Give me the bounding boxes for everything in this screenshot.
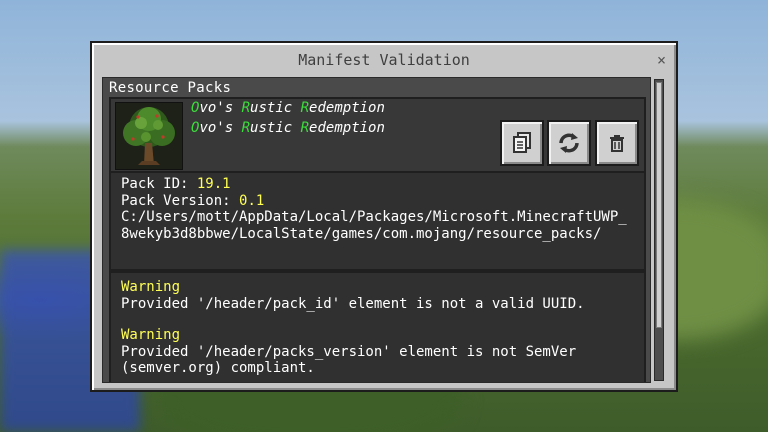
trash-icon bbox=[610, 135, 624, 152]
warnings-panel: Warning Provided '/header/pack_id' eleme… bbox=[109, 271, 646, 382]
pack-name-text: vo's bbox=[199, 100, 242, 116]
pack-id-value: 19.1 bbox=[196, 176, 231, 192]
copy-button[interactable] bbox=[500, 120, 544, 166]
pack-name-text: edemption bbox=[309, 100, 385, 116]
pack-name-colored-letter: R bbox=[241, 100, 251, 116]
dialog-content: Resource Packs Ovo's Rustic Redemption O… bbox=[102, 77, 651, 383]
pack-path: C:/Users/mott/AppData/Local/Packages/Mic… bbox=[121, 209, 627, 242]
pack-details: Pack ID: 19.1 Pack Version: 0.1 C:/Users… bbox=[109, 173, 646, 271]
manifest-validation-dialog: Manifest Validation × Resource Packs Ovo… bbox=[90, 41, 678, 392]
warning-title: Warning bbox=[121, 327, 181, 343]
dialog-title: Manifest Validation bbox=[298, 51, 470, 69]
reload-button[interactable] bbox=[547, 120, 591, 166]
pack-name-text: ustic bbox=[250, 120, 301, 136]
pack-id-label: Pack ID: bbox=[121, 176, 197, 192]
pack-version-row: Pack Version: 0.1 bbox=[121, 193, 634, 210]
pack-name-colored-letter: R bbox=[300, 100, 310, 116]
section-label-resource-packs: Resource Packs bbox=[109, 80, 232, 96]
warning-message: Provided '/header/packs_version' element… bbox=[121, 343, 577, 377]
delete-button[interactable] bbox=[595, 120, 639, 166]
pack-name-primary: Ovo's Rustic Redemption bbox=[191, 100, 385, 116]
pack-name-colored-letter: R bbox=[241, 120, 251, 136]
pack-version-label: Pack Version: bbox=[121, 192, 240, 209]
warning-title: Warning bbox=[121, 279, 181, 295]
pack-name-text: edemption bbox=[309, 120, 385, 136]
oak-tree-pack-icon bbox=[115, 102, 183, 170]
pack-name-text: ustic bbox=[250, 100, 301, 116]
pack-name-colored-letter: R bbox=[300, 120, 310, 136]
pack-id-row: Pack ID: 19.1 bbox=[121, 176, 634, 193]
warning-item: Warning Provided '/header/packs_version'… bbox=[121, 327, 634, 377]
scrollbar-thumb[interactable] bbox=[656, 82, 662, 328]
pack-name-text: vo's bbox=[199, 120, 242, 136]
scrollbar[interactable] bbox=[654, 79, 664, 381]
reload-icon bbox=[559, 133, 579, 153]
pack-version-value: 0.1 bbox=[239, 192, 265, 209]
copy-icon bbox=[513, 132, 531, 153]
warning-message: Provided '/header/pack_id' element is no… bbox=[121, 295, 585, 312]
pack-name-secondary: Ovo's Rustic Redemption bbox=[191, 120, 385, 136]
close-icon[interactable]: × bbox=[657, 51, 666, 69]
warning-item: Warning Provided '/header/pack_id' eleme… bbox=[121, 279, 634, 312]
pack-header: Ovo's Rustic Redemption Ovo's Rustic Red… bbox=[109, 97, 646, 173]
